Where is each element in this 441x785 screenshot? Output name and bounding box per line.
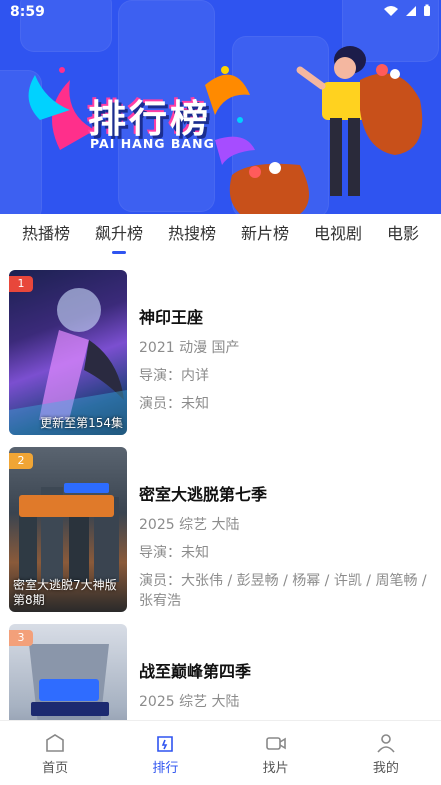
list-item[interactable]: 1 更新至第154集 神印王座 2021 动漫 国产 导演：内详 演员：未知	[9, 262, 433, 435]
nav-label: 我的	[372, 761, 399, 776]
tab-hot-play[interactable]: 热播榜	[22, 220, 70, 244]
tab-hot-search[interactable]: 热搜榜	[168, 220, 216, 244]
tab-label: 新片榜	[241, 224, 290, 243]
user-icon	[377, 734, 395, 753]
list-item[interactable]: 3 战至巅峰第四季 2025 综艺 大陆	[9, 616, 433, 720]
tab-rising[interactable]: 飙升榜	[95, 220, 144, 254]
home-icon	[46, 734, 64, 752]
ranking-list: 1 更新至第154集 神印王座 2021 动漫 国产 导演：内详 演员：未知 2…	[0, 262, 441, 720]
nav-me[interactable]: 我的	[331, 721, 441, 785]
item-meta: 2025 综艺 大陆	[139, 694, 240, 710]
tab-label: 电视剧	[314, 224, 363, 243]
nav-find[interactable]: 找片	[221, 721, 331, 785]
hero-subtitle: PAI HANG BANG	[90, 136, 215, 151]
bottom-navigation: 首页 排行 找片 我的	[0, 720, 441, 785]
nav-label: 找片	[262, 761, 289, 776]
list-item[interactable]: 2 密室大逃脱7大神版第8期 密室大逃脱第七季 2025 综艺 大陆 导演：未知…	[9, 439, 433, 612]
poster-image: 3	[9, 624, 127, 720]
item-meta: 2025 综艺 大陆	[139, 517, 240, 533]
tab-label: 热搜榜	[168, 224, 217, 243]
rank-badge: 2	[9, 453, 33, 469]
rank-badge: 1	[9, 276, 33, 292]
poster-image: 1 更新至第154集	[9, 270, 127, 435]
hero-title: 排行榜	[88, 97, 212, 141]
status-bar: 8:59	[0, 0, 441, 26]
item-info: 神印王座 2021 动漫 国产 导演：内详 演员：未知	[139, 304, 433, 422]
hero-illustration	[28, 46, 423, 214]
poster-caption: 更新至第154集	[40, 416, 123, 430]
tab-new[interactable]: 新片榜	[241, 220, 289, 244]
tab-label: 电影	[387, 224, 420, 243]
item-info: 战至巅峰第四季 2025 综艺 大陆	[139, 658, 433, 720]
item-meta: 2021 动漫 国产	[139, 340, 240, 356]
nav-home[interactable]: 首页	[0, 721, 110, 785]
item-title: 密室大逃脱第七季	[139, 485, 268, 504]
nav-label: 排行	[152, 761, 179, 776]
poster-caption: 密室大逃脱7大神版第8期	[13, 578, 117, 607]
item-director: 导演：未知	[139, 545, 209, 561]
item-info: 密室大逃脱第七季 2025 综艺 大陆 导演：未知 演员：大张伟 / 彭昱畅 /…	[139, 481, 433, 619]
item-cast: 演员：未知	[139, 396, 209, 412]
item-title: 战至巅峰第四季	[139, 662, 252, 681]
poster-image: 2 密室大逃脱7大神版第8期	[9, 447, 127, 612]
tab-label: 飙升榜	[95, 224, 144, 243]
hero-banner: 排行榜 PAI HANG BANG	[0, 0, 441, 214]
video-camera-icon	[265, 737, 286, 750]
nav-ranking[interactable]: 排行	[110, 721, 220, 785]
status-icons	[383, 4, 431, 17]
poster-artwork	[9, 288, 127, 435]
rank-badge: 3	[9, 630, 33, 646]
item-title: 神印王座	[139, 308, 204, 327]
status-time: 8:59	[10, 4, 45, 20]
item-director: 导演：内详	[139, 368, 209, 384]
signal-icon	[406, 5, 416, 16]
battery-icon	[424, 4, 430, 16]
wifi-icon	[384, 5, 398, 16]
tab-label: 热播榜	[22, 224, 71, 243]
tab-tv-series[interactable]: 电视剧	[314, 220, 362, 244]
item-cast: 演员：大张伟 / 彭昱畅 / 杨幂 / 许凯 / 周笔畅 / 张宥浩	[139, 573, 427, 609]
tab-movie[interactable]: 电影	[387, 220, 419, 244]
ranking-tabs: 热播榜 飙升榜 热搜榜 新片榜 电视剧 电影	[0, 214, 441, 254]
ranking-icon	[157, 736, 174, 752]
nav-label: 首页	[42, 761, 69, 776]
active-tab-indicator	[112, 251, 126, 254]
